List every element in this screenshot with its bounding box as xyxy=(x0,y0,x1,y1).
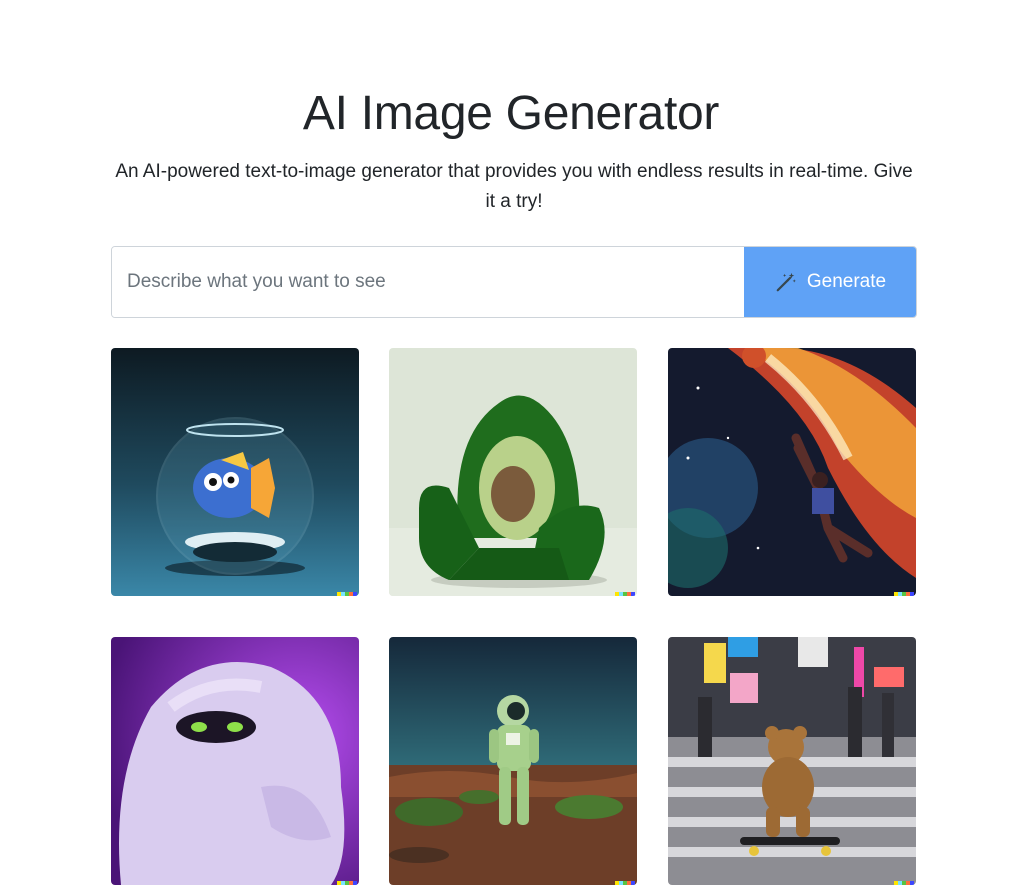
prompt-input[interactable] xyxy=(112,247,744,317)
gallery-image-teddy-skateboard[interactable] xyxy=(668,637,916,885)
watermark-badge xyxy=(894,592,914,596)
watermark-badge xyxy=(337,881,357,885)
watermark-badge xyxy=(894,881,914,885)
watermark-badge xyxy=(337,592,357,596)
gallery-image-basketball-space[interactable] xyxy=(668,348,916,596)
magic-wand-icon xyxy=(775,271,797,293)
watermark-badge xyxy=(615,592,635,596)
gallery-image-avocado-chair[interactable] xyxy=(389,348,637,596)
prompt-form: Generate xyxy=(111,246,917,318)
generate-button[interactable]: Generate xyxy=(744,247,916,317)
gallery-image-fish-bowl[interactable] xyxy=(111,348,359,596)
gallery-image-astronaut-desert[interactable] xyxy=(389,637,637,885)
gallery-image-fluffy-monster[interactable] xyxy=(111,637,359,885)
page-subtitle: An AI-powered text-to-image generator th… xyxy=(115,161,913,212)
generate-button-label: Generate xyxy=(806,271,887,292)
page-title: AI Image Generator xyxy=(302,87,720,140)
image-gallery xyxy=(111,348,917,888)
watermark-badge xyxy=(615,881,635,885)
